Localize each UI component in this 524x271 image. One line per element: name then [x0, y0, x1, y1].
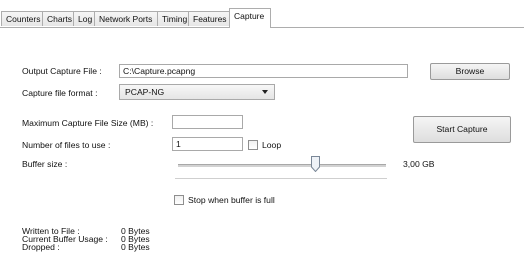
- browse-button[interactable]: Browse: [430, 63, 510, 80]
- stop-when-full-checkbox[interactable]: [174, 195, 184, 205]
- loop-label: Loop: [262, 140, 282, 150]
- tab-label: Counters: [6, 14, 41, 24]
- format-select[interactable]: PCAP-NG: [119, 84, 275, 100]
- tab-label: Log: [78, 14, 93, 24]
- dropped-label: Dropped :: [22, 242, 60, 252]
- buffer-size-label: Buffer size :: [22, 159, 68, 169]
- format-select-value: PCAP-NG: [125, 87, 165, 97]
- tab-charts[interactable]: Charts: [42, 11, 74, 26]
- buffer-slider-track[interactable]: [178, 164, 386, 167]
- tab-timing[interactable]: Timing: [157, 11, 189, 26]
- capture-panel: Output Capture File : Browse Capture fil…: [0, 28, 524, 271]
- tab-network-ports[interactable]: Network Ports: [94, 11, 158, 26]
- buffer-slider-thumb[interactable]: [310, 156, 320, 172]
- num-files-label: Number of files to use :: [22, 140, 111, 150]
- tab-capture[interactable]: Capture: [229, 8, 271, 28]
- loop-checkbox[interactable]: [248, 140, 258, 150]
- max-size-label: Maximum Capture File Size (MB) :: [22, 118, 154, 128]
- chevron-down-icon: [262, 90, 268, 94]
- tab-label: Charts: [47, 14, 73, 24]
- buffer-size-value: 3,00 GB: [403, 159, 435, 169]
- buffer-slider-baseline: [175, 178, 387, 179]
- output-file-label: Output Capture File :: [22, 66, 102, 76]
- format-label: Capture file format :: [22, 88, 98, 98]
- dropped-value: 0 Bytes: [121, 242, 150, 252]
- num-files-input[interactable]: [172, 137, 243, 151]
- tab-counters[interactable]: Counters: [1, 11, 43, 26]
- tab-strip: Counters Charts Log Network Ports Timing…: [0, 0, 524, 28]
- start-capture-button-label: Start Capture: [436, 124, 488, 134]
- tab-label: Capture: [234, 11, 265, 21]
- tab-label: Timing: [162, 14, 188, 24]
- browse-button-label: Browse: [455, 66, 485, 76]
- tab-label: Network Ports: [99, 14, 153, 24]
- tab-label: Features: [193, 14, 227, 24]
- stop-when-full-label: Stop when buffer is full: [188, 195, 275, 205]
- tab-log[interactable]: Log: [73, 11, 95, 26]
- max-size-input[interactable]: [172, 115, 243, 129]
- output-file-input[interactable]: [119, 64, 408, 78]
- tab-features[interactable]: Features: [188, 11, 230, 26]
- start-capture-button[interactable]: Start Capture: [413, 116, 511, 143]
